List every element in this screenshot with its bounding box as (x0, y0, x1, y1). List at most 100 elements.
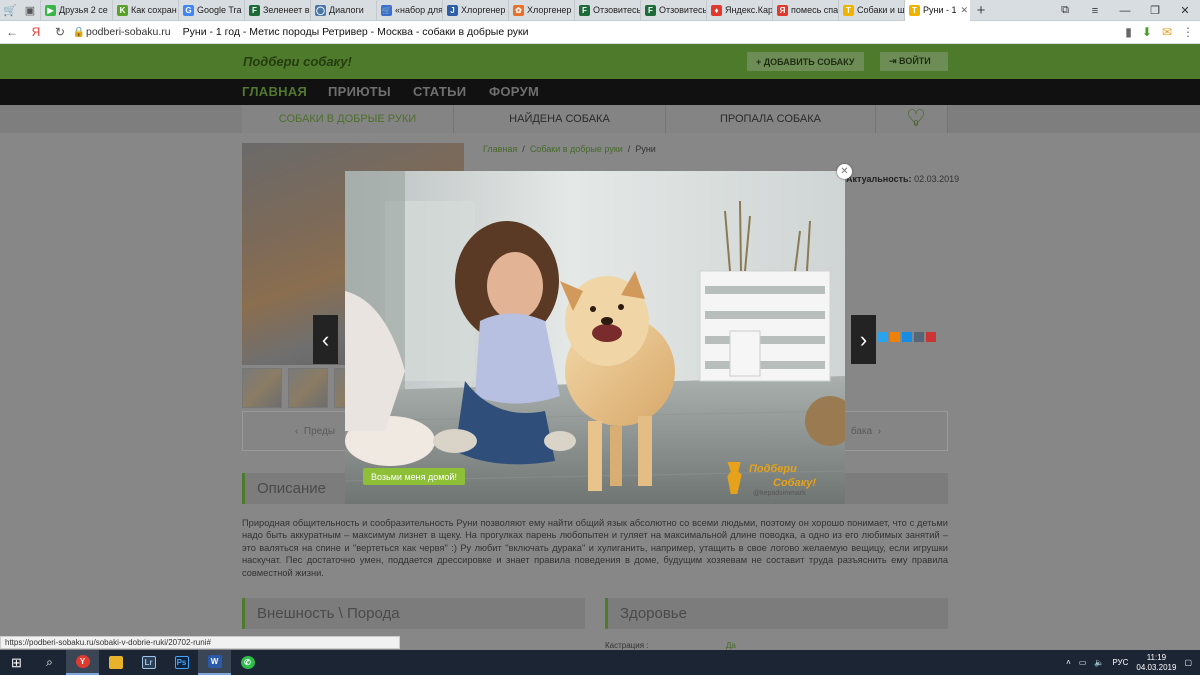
menu-forum[interactable]: ФОРУМ (489, 84, 539, 99)
share-mail-icon[interactable] (902, 332, 912, 342)
watermark-line3: @kepadsimmark (753, 490, 806, 497)
login-button[interactable]: ⇥ ВОЙТИ (880, 52, 948, 71)
tab-label: Руни - 1 (923, 5, 957, 15)
back-arrow-icon[interactable]: ← (0, 25, 24, 39)
browser-tab[interactable]: F Зеленеет в (244, 0, 310, 21)
close-window-button[interactable]: ✕ (1170, 0, 1200, 21)
watermark-line2: Собаку! (773, 477, 817, 489)
tab-favicon-icon: ◯ (315, 4, 326, 16)
photo-thumbnail[interactable] (242, 368, 282, 408)
tray-expand-icon[interactable]: ˄ (1066, 658, 1071, 667)
tab-label: «набор для (395, 5, 442, 15)
tabs-menu-icon[interactable]: 🛒 (0, 0, 20, 21)
browser-tab[interactable]: 🛒 «набор для (376, 0, 442, 21)
share-gplus-icon[interactable] (926, 332, 936, 342)
tab-favicon-icon: Я (777, 4, 788, 16)
share-lj-icon[interactable] (914, 332, 924, 342)
reload-icon[interactable]: ↻ (48, 25, 72, 39)
tab-label: Яндекс.Кар (725, 5, 772, 15)
lightbox-prev-arrow[interactable]: ‹ (313, 315, 338, 364)
volume-icon[interactable]: 🔈 (1094, 658, 1104, 667)
actuality: Актуальность: 02.03.2019 (846, 174, 959, 184)
browser-menu-icon[interactable]: ≡ (1080, 0, 1110, 21)
photo-thumbnail[interactable] (288, 368, 328, 408)
download-icon[interactable]: ⬇ (1142, 25, 1152, 39)
favorites-heart-icon[interactable]: ♡ 0 (903, 107, 929, 131)
breadcrumb-category[interactable]: Собаки в добрые руки (530, 144, 623, 154)
menu-articles[interactable]: СТАТЬИ (413, 84, 466, 99)
taskbar-yandex-browser[interactable]: Y (66, 650, 99, 675)
main-menu: ГЛАВНАЯ ПРИЮТЫ СТАТЬИ ФОРУМ (0, 79, 1200, 105)
taskbar-whatsapp[interactable]: ✆ (231, 650, 264, 675)
tab-favicon-icon: G (183, 4, 194, 16)
url-page-title[interactable]: Руни - 1 год - Метис породы Ретривер - М… (183, 26, 529, 38)
favorites-count: 0 (913, 119, 919, 128)
yandex-logo-icon[interactable]: Я (24, 25, 48, 39)
search-icon[interactable]: ⌕ (33, 650, 66, 675)
add-dog-button[interactable]: + ДОБАВИТЬ СОБАКУ (747, 52, 864, 71)
actuality-label: Актуальность: (846, 174, 912, 184)
subnav-found[interactable]: НАЙДЕНА СОБАКА (454, 105, 666, 133)
watermark-line1: Подбери (749, 463, 797, 475)
lightbox-close-button[interactable]: ✕ (837, 164, 852, 179)
browser-tab[interactable]: ♦ Яндекс.Кар (706, 0, 772, 21)
browser-tab[interactable]: Т Руни - 1 ✕ (904, 0, 970, 21)
tab-favicon-icon: J (447, 4, 458, 16)
tab-label: Диалоги (329, 5, 364, 15)
browser-tab[interactable]: F Отзовитесь (640, 0, 706, 21)
status-bar-url: https://podberi-sobaku.ru/sobaki-v-dobri… (0, 636, 400, 649)
browser-tab[interactable]: J Хлоргенер (442, 0, 508, 21)
subnav-lost[interactable]: ПРОПАЛА СОБАКА (666, 105, 876, 133)
url-host[interactable]: podberi-sobaku.ru (86, 26, 171, 38)
browser-tab[interactable]: ◯ Диалоги (310, 0, 376, 21)
taskbar-file-explorer[interactable] (99, 650, 132, 675)
clock[interactable]: 11:19 04.03.2019 (1136, 653, 1176, 673)
next-dog-link[interactable]: бака › (851, 426, 881, 437)
browser-tab[interactable]: F Отзовитесь (574, 0, 640, 21)
lightbox-next-arrow[interactable]: › (851, 315, 876, 364)
site-logo[interactable]: Подбери собаку! (243, 54, 352, 69)
subnav-adopt[interactable]: СОБАКИ В ДОБРЫЕ РУКИ (242, 105, 454, 133)
notifications-icon[interactable]: ▢ (1184, 658, 1192, 667)
browser-tab[interactable]: G Google Tra (178, 0, 244, 21)
bookmark-icon[interactable]: ▮ (1125, 25, 1132, 39)
tab-label: Google Tra (197, 5, 242, 15)
taskbar-photoshop[interactable]: Ps (165, 650, 198, 675)
breadcrumb-sep: / (522, 144, 525, 154)
share-twitter-icon[interactable] (878, 332, 888, 342)
browser-tab[interactable]: Япомесь спа (772, 0, 838, 21)
browser-tab[interactable]: K Как сохран (112, 0, 178, 21)
extension-icon[interactable]: ✉ (1162, 25, 1172, 39)
health-header: Здоровье (605, 598, 948, 629)
taskbar-word[interactable]: W (198, 650, 231, 675)
yandex-collections-icon[interactable]: ▣ (20, 0, 40, 21)
minimize-button[interactable]: — (1110, 0, 1140, 21)
health-title: Здоровье (620, 605, 687, 622)
restore-button[interactable]: ❐ (1140, 0, 1170, 21)
lock-icon[interactable]: 🔒 (72, 27, 86, 38)
new-tab-button[interactable]: + (970, 2, 992, 19)
breadcrumb-home[interactable]: Главная (483, 144, 517, 154)
breadcrumb-sep: / (627, 144, 631, 154)
start-button[interactable]: ⊞ (0, 650, 33, 675)
tab-label: Хлоргенер (527, 5, 572, 15)
more-icon[interactable]: ⋮ (1182, 25, 1194, 39)
tabs-overview-icon[interactable]: ⧉ (1050, 0, 1080, 21)
taskbar-lightroom[interactable]: Lr (132, 650, 165, 675)
share-buttons (866, 332, 936, 342)
browser-tab[interactable]: ✿ Хлоргенер (508, 0, 574, 21)
menu-shelters[interactable]: ПРИЮТЫ (328, 84, 391, 99)
browser-tab[interactable]: Т Собаки и щ (838, 0, 904, 21)
keyboard-language[interactable]: РУС (1112, 658, 1128, 667)
tab-favicon-icon: ♦ (711, 4, 722, 16)
tab-favicon-icon: K (117, 4, 128, 16)
network-icon[interactable]: ▭ (1079, 658, 1087, 667)
tab-close-icon[interactable]: ✕ (961, 5, 969, 16)
menu-main[interactable]: ГЛАВНАЯ (242, 84, 307, 99)
tab-favicon-icon: Т (909, 4, 920, 16)
breadcrumb: Главная / Собаки в добрые руки / Руни (483, 144, 656, 154)
tab-favicon-icon: ✿ (513, 4, 524, 16)
prev-dog-link[interactable]: ‹ Преды (295, 426, 335, 437)
share-ok-icon[interactable] (890, 332, 900, 342)
browser-tab[interactable]: ▶ Друзья 2 се (40, 0, 112, 21)
